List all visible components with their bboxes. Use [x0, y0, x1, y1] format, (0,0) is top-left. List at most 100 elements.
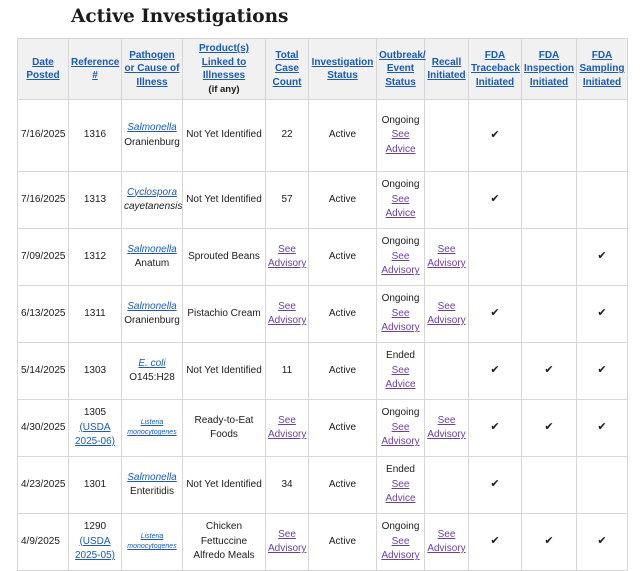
investigation-status-cell: Active: [308, 456, 377, 514]
column-header-link[interactable]: Total Case Count: [273, 50, 302, 88]
recall-advisory-link[interactable]: See Advisory: [427, 244, 465, 270]
pathogen-cell: Cyclospora cayetanensis: [121, 171, 183, 229]
recall-cell: See Advisory: [424, 399, 469, 457]
fda-inspection-cell: [521, 456, 577, 514]
column-header-fda-inspection[interactable]: FDA Inspection Initiated: [521, 38, 577, 100]
column-header-link[interactable]: Outbreak/ Event Status: [379, 50, 426, 88]
product-cell: Pistachio Cream: [182, 285, 266, 343]
usda-reference-link[interactable]: (USDA 2025-05): [71, 535, 119, 564]
checkmark-icon: ✔: [490, 535, 500, 548]
pathogen-link[interactable]: Listeria monocytogenes: [124, 418, 180, 438]
reference-number: 1313: [83, 193, 107, 205]
column-header-link[interactable]: FDA Sampling Initiated: [579, 50, 624, 88]
outbreak-status-text: Ongoing: [381, 407, 420, 419]
case-count-advisory-link[interactable]: See Advisory: [268, 244, 306, 270]
investigation-status-cell: Active: [308, 399, 377, 457]
column-header-link[interactable]: Product(s) Linked to Illnesses: [199, 43, 249, 81]
case-count-cell: See Advisory: [265, 228, 309, 286]
fda-traceback-cell: ✔: [468, 285, 522, 343]
outbreak-status-text: Ongoing: [381, 114, 420, 126]
case-count-cell: See Advisory: [265, 399, 309, 457]
advice-link[interactable]: See Advisory: [379, 250, 422, 279]
case-count-cell: See Advisory: [265, 285, 309, 343]
investigation-status-cell: Active: [308, 171, 377, 229]
reference-cell: 1303: [68, 342, 122, 400]
fda-sampling-cell: ✔: [576, 228, 628, 286]
advice-link[interactable]: See Advice: [379, 128, 422, 157]
pathogen-link[interactable]: Salmonella: [124, 471, 180, 486]
column-header-date-posted[interactable]: Date Posted: [17, 38, 69, 100]
recall-advisory-link[interactable]: See Advisory: [427, 301, 465, 327]
case-count-advisory-link[interactable]: See Advisory: [268, 301, 306, 327]
pathogen-link[interactable]: Listeria monocytogenes: [124, 532, 180, 552]
advice-link[interactable]: See Advisory: [379, 421, 422, 450]
product-cell: Not Yet Identified: [182, 456, 266, 514]
date-posted-cell: 7/09/2025: [17, 228, 69, 286]
fda-traceback-cell: ✔: [468, 399, 522, 457]
fda-sampling-cell: ✔: [576, 513, 628, 571]
recall-advisory-link[interactable]: See Advisory: [427, 529, 465, 555]
pathogen-serotype: Anatum: [134, 258, 170, 269]
column-header-fda-traceback[interactable]: FDA Traceback Initiated: [468, 38, 522, 100]
outbreak-status-cell: Ongoing See Advisory: [376, 399, 425, 457]
column-header-total-case-count[interactable]: Total Case Count: [265, 38, 309, 100]
fda-inspection-cell: [521, 228, 577, 286]
column-header-reference[interactable]: Reference #: [68, 38, 122, 100]
pathogen-link[interactable]: Salmonella: [124, 243, 180, 258]
usda-reference-link[interactable]: (USDA 2025-06): [71, 421, 119, 450]
reference-number: 1290: [83, 521, 107, 533]
table-row: 7/16/2025 1313 Cyclospora cayetanensis Not Y…: [17, 171, 628, 229]
outbreak-status-cell: Ongoing See Advisory: [376, 285, 425, 343]
outbreak-status-cell: Ended See Advice: [376, 456, 425, 514]
fda-sampling-cell: ✔: [576, 285, 628, 343]
pathogen-link[interactable]: Cyclospora: [124, 186, 180, 201]
column-header-link[interactable]: Recall Initiated: [427, 57, 465, 82]
table-row: 4/23/2025 1301 Salmonella Enteritidis Not Ye…: [17, 456, 628, 514]
advice-link[interactable]: See Advice: [379, 364, 422, 393]
recall-cell: See Advisory: [424, 285, 469, 343]
column-header-link[interactable]: Reference #: [71, 57, 119, 82]
recall-cell: [424, 99, 469, 172]
pathogen-link[interactable]: E. coli: [124, 357, 180, 372]
column-header-pathogen[interactable]: Pathogen or Cause of Illness: [121, 38, 183, 100]
case-count-advisory-link[interactable]: See Advisory: [268, 415, 306, 441]
pathogen-link[interactable]: Salmonella: [124, 300, 180, 315]
outbreak-status-cell: Ongoing See Advice: [376, 99, 425, 172]
outbreak-status-text: Ongoing: [381, 236, 420, 248]
reference-cell: 1301: [68, 456, 122, 514]
case-count-cell: 34: [265, 456, 309, 514]
column-header-fda-sampling[interactable]: FDA Sampling Initiated: [576, 38, 628, 100]
case-count-advisory-link[interactable]: See Advisory: [268, 529, 306, 555]
advice-link[interactable]: See Advice: [379, 478, 422, 507]
recall-cell: [424, 171, 469, 229]
fda-traceback-cell: [468, 228, 522, 286]
product-cell: Sprouted Beans: [182, 228, 266, 286]
recall-advisory-link[interactable]: See Advisory: [427, 415, 465, 441]
column-header-products[interactable]: Product(s) Linked to Illnesses (if any): [182, 38, 266, 100]
column-header-investigation-status[interactable]: Investigation Status: [308, 38, 377, 100]
reference-cell: 1305 (USDA 2025-06): [68, 399, 122, 457]
column-header-outbreak-status[interactable]: Outbreak/ Event Status: [376, 38, 426, 100]
pathogen-cell: Listeria monocytogenes: [121, 399, 183, 457]
fda-traceback-cell: ✔: [468, 342, 522, 400]
date-posted-cell: 6/13/2025: [17, 285, 69, 343]
column-header-link[interactable]: Date Posted: [26, 57, 59, 82]
column-header-link[interactable]: FDA Inspection Initiated: [524, 50, 574, 88]
column-header-link[interactable]: Investigation Status: [312, 57, 374, 82]
column-header-link[interactable]: FDA Traceback Initiated: [471, 50, 520, 88]
pathogen-cell: Salmonella Enteritidis: [121, 456, 183, 514]
outbreak-status-cell: Ongoing See Advisory: [376, 513, 425, 571]
column-header-link[interactable]: Pathogen or Cause of Illness: [124, 50, 179, 88]
reference-number: 1305: [83, 407, 107, 419]
pathogen-cell: E. coli O145:H28: [121, 342, 183, 400]
advice-link[interactable]: See Advisory: [379, 307, 422, 336]
advice-link[interactable]: See Advice: [379, 193, 422, 222]
pathogen-link[interactable]: Salmonella: [124, 121, 180, 136]
column-header-subtext: (if any): [208, 83, 240, 95]
fda-sampling-cell: [576, 99, 628, 172]
column-header-recall-initiated[interactable]: Recall Initiated: [424, 38, 469, 100]
advice-link[interactable]: See Advisory: [379, 535, 422, 564]
pathogen-serotype: cayetanensis: [124, 201, 183, 212]
checkmark-icon: ✔: [597, 364, 607, 377]
table-row: 4/30/2025 1305 (USDA 2025-06) Listeria mono…: [17, 399, 628, 457]
